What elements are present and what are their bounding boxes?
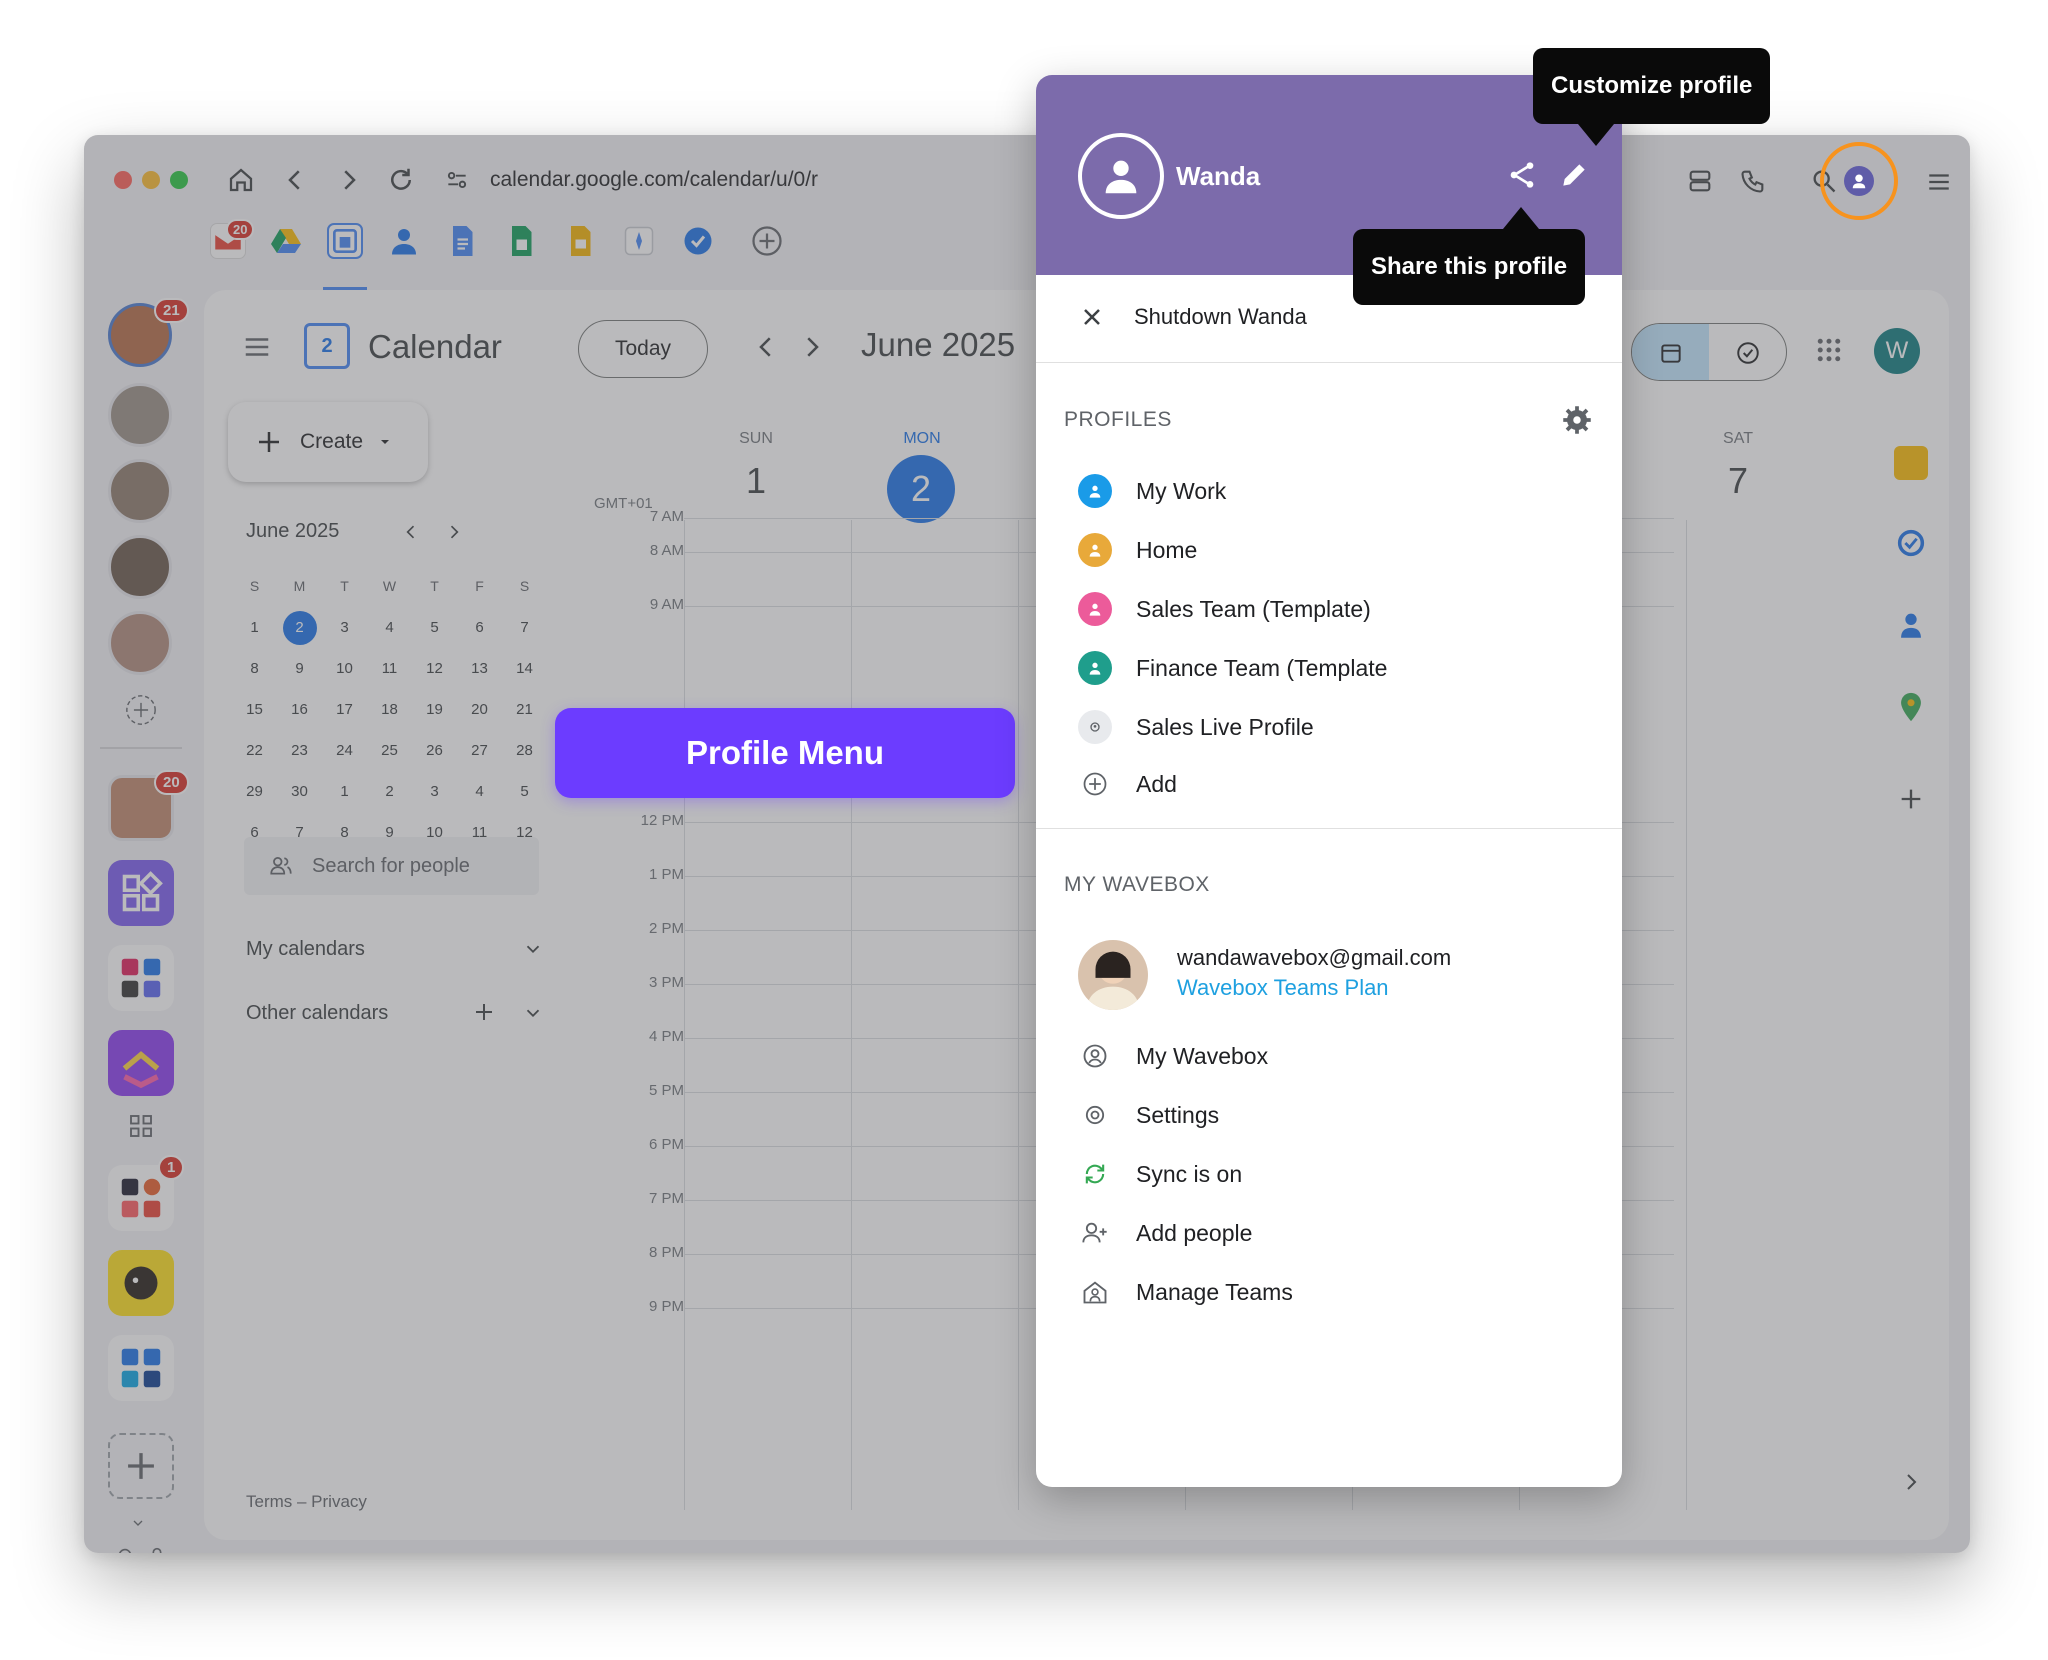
profile-item-label: Sales Live Profile (1136, 713, 1314, 740)
account-circle-icon (1078, 1039, 1112, 1073)
sync-icon (1078, 1157, 1112, 1191)
plan-link[interactable]: Wavebox Teams Plan (1177, 975, 1389, 1001)
share-profile-icon[interactable] (1506, 159, 1538, 191)
add-circle-icon (1078, 767, 1112, 801)
profiles-settings-icon[interactable] (1562, 405, 1592, 435)
customize-profile-tooltip: Customize profile (1533, 48, 1771, 124)
dim-overlay (84, 135, 1970, 1553)
add-profile-button[interactable]: Add (1078, 767, 1177, 801)
profile-item-finance-team[interactable]: Finance Team (Template (1078, 651, 1387, 685)
profile-item-home[interactable]: Home (1078, 533, 1197, 567)
divider (1036, 362, 1622, 363)
profile-avatar-icon (1078, 133, 1164, 219)
profile-dot-icon (1078, 592, 1112, 626)
profile-item-label: My Work (1136, 477, 1227, 504)
user-photo-avatar (1078, 940, 1148, 1010)
profile-dot-icon (1078, 533, 1112, 567)
profile-item-sales-team[interactable]: Sales Team (Template) (1078, 592, 1371, 626)
menu-label: Add people (1136, 1219, 1253, 1246)
browser-window: calendar.google.com/calendar/u/0/r 20 21… (84, 135, 1970, 1553)
tooltip-arrow (1503, 207, 1539, 229)
menu-label: Sync is on (1136, 1160, 1243, 1187)
share-profile-tooltip: Share this profile (1353, 229, 1586, 305)
add-people-item[interactable]: Add people (1078, 1216, 1252, 1250)
profile-menu-callout: Profile Menu (555, 708, 1015, 798)
my-wavebox-header: MY WAVEBOX (1064, 873, 1210, 896)
sync-item[interactable]: Sync is on (1078, 1157, 1242, 1191)
edit-profile-icon[interactable] (1558, 159, 1590, 191)
profile-item-label: Sales Team (Template) (1136, 595, 1371, 622)
tooltip-arrow (1578, 124, 1614, 146)
profile-dot-icon (1078, 651, 1112, 685)
menu-label: My Wavebox (1136, 1042, 1269, 1069)
shutdown-profile-button[interactable]: Shutdown Wanda (1134, 304, 1307, 330)
my-wavebox-item[interactable]: My Wavebox (1078, 1039, 1268, 1073)
settings-icon (1078, 1098, 1112, 1132)
profile-dot-icon (1078, 710, 1112, 744)
profile-item-label: Home (1136, 536, 1198, 563)
profile-dot-icon (1078, 474, 1112, 508)
account-email: wandawavebox@gmail.com (1177, 945, 1452, 970)
profiles-header: PROFILES (1064, 408, 1172, 431)
close-icon[interactable] (1080, 305, 1104, 329)
profile-item-my-work[interactable]: My Work (1078, 474, 1226, 508)
house-people-icon (1078, 1275, 1112, 1309)
profile-name: Wanda (1176, 161, 1261, 191)
profile-item-sales-live[interactable]: Sales Live Profile (1078, 710, 1314, 744)
add-profile-label: Add (1136, 770, 1177, 797)
menu-label: Manage Teams (1136, 1278, 1293, 1305)
profile-highlight-ring (1820, 142, 1898, 220)
manage-teams-item[interactable]: Manage Teams (1078, 1275, 1293, 1309)
settings-item[interactable]: Settings (1078, 1098, 1219, 1132)
add-person-icon (1078, 1216, 1112, 1250)
divider (1036, 828, 1622, 829)
profile-item-label: Finance Team (Template (1136, 654, 1388, 681)
menu-label: Settings (1136, 1101, 1220, 1128)
